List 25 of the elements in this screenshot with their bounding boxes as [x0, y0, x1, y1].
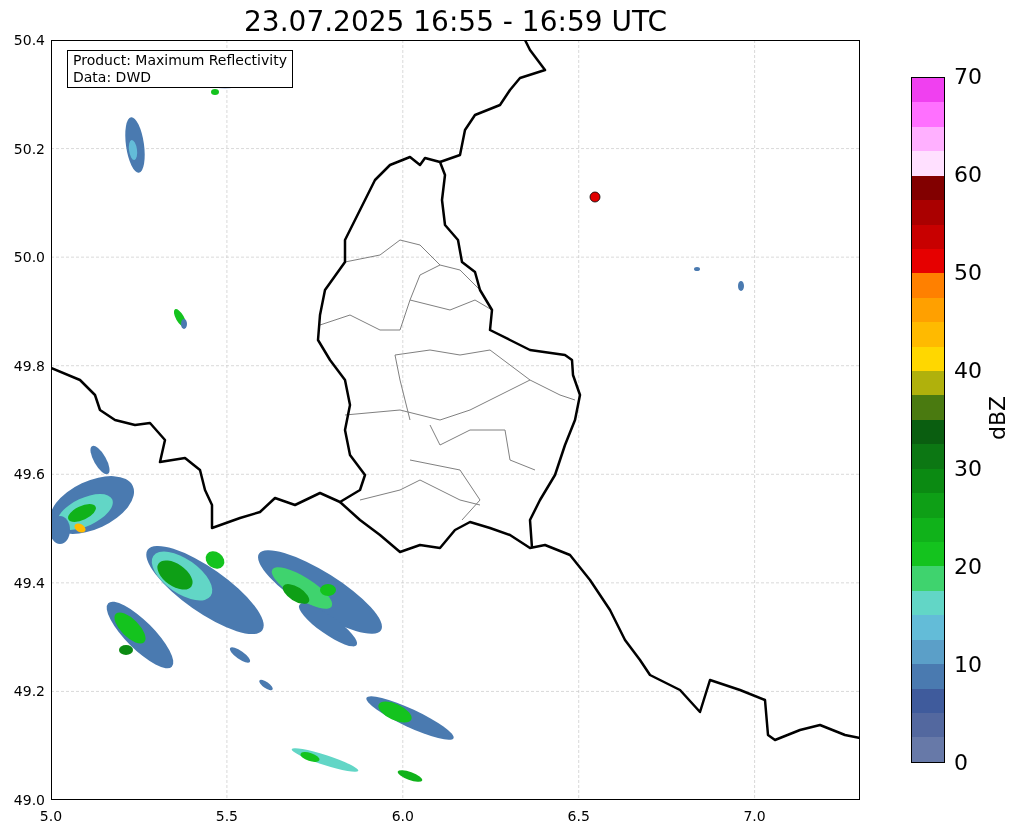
y-tick-label: 49.4	[13, 574, 45, 592]
x-tick-label: 5.0	[39, 808, 63, 825]
colorbar-tick-label: 40	[954, 358, 982, 384]
x-tick-label: 7.0	[743, 808, 766, 825]
colorbar-label: dBZ	[985, 395, 1012, 441]
legend-text: Product: Maximum Reflectivity	[73, 52, 287, 69]
x-tick-label: 6.5	[567, 808, 590, 825]
colorbar-tick-label: 50	[954, 260, 982, 286]
y-tick-label: 50.0	[13, 248, 45, 266]
colorbar-tick-label: 20	[954, 554, 982, 580]
y-tick-label: 49.8	[13, 357, 45, 375]
chart-title: 23.07.2025 16:55 - 16:59 UTC	[243, 4, 668, 40]
x-tick-label: 6.0	[391, 808, 414, 825]
colorbar-tick-label: 30	[954, 456, 982, 482]
colorbar-tick-label: 70	[954, 64, 982, 90]
y-tick-label: 50.2	[13, 140, 45, 158]
y-tick-label: 49.2	[13, 682, 45, 700]
legend-text: Data: DWD	[73, 69, 152, 86]
colorbar-tick-label: 60	[954, 162, 982, 188]
y-tick-label: 50.4	[13, 31, 45, 49]
colorbar-tick-label: 10	[954, 652, 982, 678]
y-tick-label: 49.6	[13, 465, 45, 483]
colorbar-tick-label: 0	[954, 750, 968, 776]
y-tick-label: 49.0	[13, 791, 45, 809]
x-tick-label: 5.5	[215, 808, 238, 825]
